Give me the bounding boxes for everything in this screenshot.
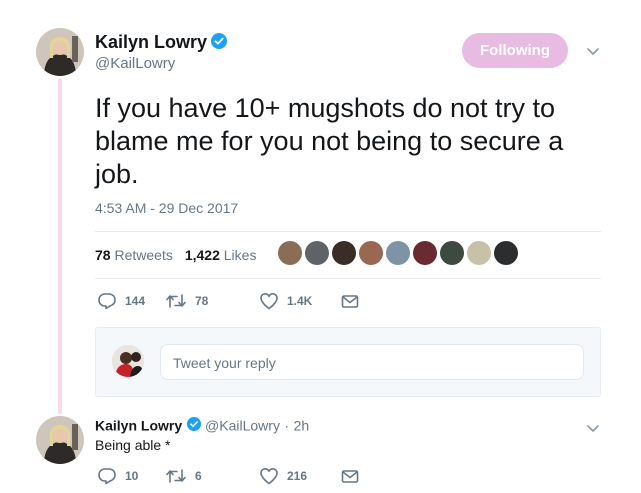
retweet-count: 78 [195, 294, 209, 308]
reply-author-avatar[interactable] [36, 416, 84, 464]
reply-count: 144 [125, 294, 146, 308]
author-handle[interactable]: @KailLowry [95, 55, 175, 72]
retweet-action[interactable]: 78 [165, 293, 259, 309]
reply-retweet-action[interactable]: 6 [165, 468, 259, 484]
tweet-timestamp[interactable]: 4:53 AM - 29 Dec 2017 [95, 200, 238, 216]
retweets-count: 78 [95, 247, 111, 263]
reply-input[interactable]: Tweet your reply [160, 344, 584, 380]
reply-icon [98, 468, 116, 485]
current-user-avatar[interactable] [112, 345, 144, 377]
engagement-stats: 78 Retweets 1,422 Likes [95, 247, 256, 263]
liker-avatar[interactable] [305, 241, 329, 265]
reply-like-action[interactable]: 216 [259, 467, 341, 485]
like-count: 1.4K [287, 294, 313, 308]
thread-line [58, 78, 62, 414]
reply-author-handle[interactable]: @KailLowry [205, 418, 280, 434]
verified-icon [186, 417, 201, 436]
reply-header: Kailyn Lowry @KailLowry · 2h [95, 417, 309, 436]
author-block[interactable]: Kailyn Lowry [95, 32, 228, 54]
reply-author-name[interactable]: Kailyn Lowry [95, 418, 182, 434]
author-avatar[interactable] [36, 28, 84, 76]
liker-avatar[interactable] [494, 241, 518, 265]
liker-avatar[interactable] [440, 241, 464, 265]
like-icon [260, 468, 278, 485]
liker-avatars [278, 241, 518, 265]
following-button[interactable]: Following [462, 33, 568, 68]
likes-count: 1,422 [184, 247, 220, 263]
like-action[interactable]: 1.4K [259, 292, 341, 310]
reply-time[interactable]: 2h [294, 418, 310, 434]
liker-avatar[interactable] [467, 241, 491, 265]
reply-dm-action[interactable] [341, 469, 359, 484]
author-name[interactable]: Kailyn Lowry [95, 32, 207, 52]
dm-icon [341, 294, 359, 308]
reply-reply-count: 10 [125, 469, 139, 483]
retweet-icon [166, 469, 186, 483]
reply-retweet-count: 6 [195, 469, 202, 483]
liker-avatar[interactable] [278, 241, 302, 265]
reply-like-count: 216 [287, 469, 308, 483]
liker-avatar[interactable] [359, 241, 383, 265]
liker-avatar[interactable] [413, 241, 437, 265]
likes-label: Likes [223, 247, 257, 263]
reply-separator: · [284, 417, 290, 434]
likes-stat[interactable]: 1,422 Likes [185, 247, 257, 263]
reply-icon [98, 293, 116, 310]
reply-reply-action[interactable]: 10 [97, 467, 165, 485]
chevron-down-icon[interactable] [586, 421, 600, 439]
reply-action[interactable]: 144 [97, 292, 165, 310]
divider [95, 231, 601, 232]
like-icon [260, 293, 278, 310]
reply-actions: 10 6 216 [97, 467, 359, 485]
retweet-icon [166, 294, 186, 308]
retweets-label: Retweets [114, 247, 173, 263]
chevron-down-icon[interactable] [586, 44, 600, 62]
liker-avatar[interactable] [332, 241, 356, 265]
divider [95, 278, 601, 279]
reply-text: Being able * [95, 437, 171, 453]
tweet-text: If you have 10+ mugshots do not try to b… [95, 93, 564, 189]
dm-action[interactable] [341, 294, 359, 309]
liker-avatar[interactable] [386, 241, 410, 265]
tweet-actions: 144 78 1.4K [97, 292, 359, 310]
dm-icon [341, 469, 359, 483]
retweets-stat[interactable]: 78 Retweets [95, 247, 173, 263]
verified-icon [211, 33, 228, 54]
